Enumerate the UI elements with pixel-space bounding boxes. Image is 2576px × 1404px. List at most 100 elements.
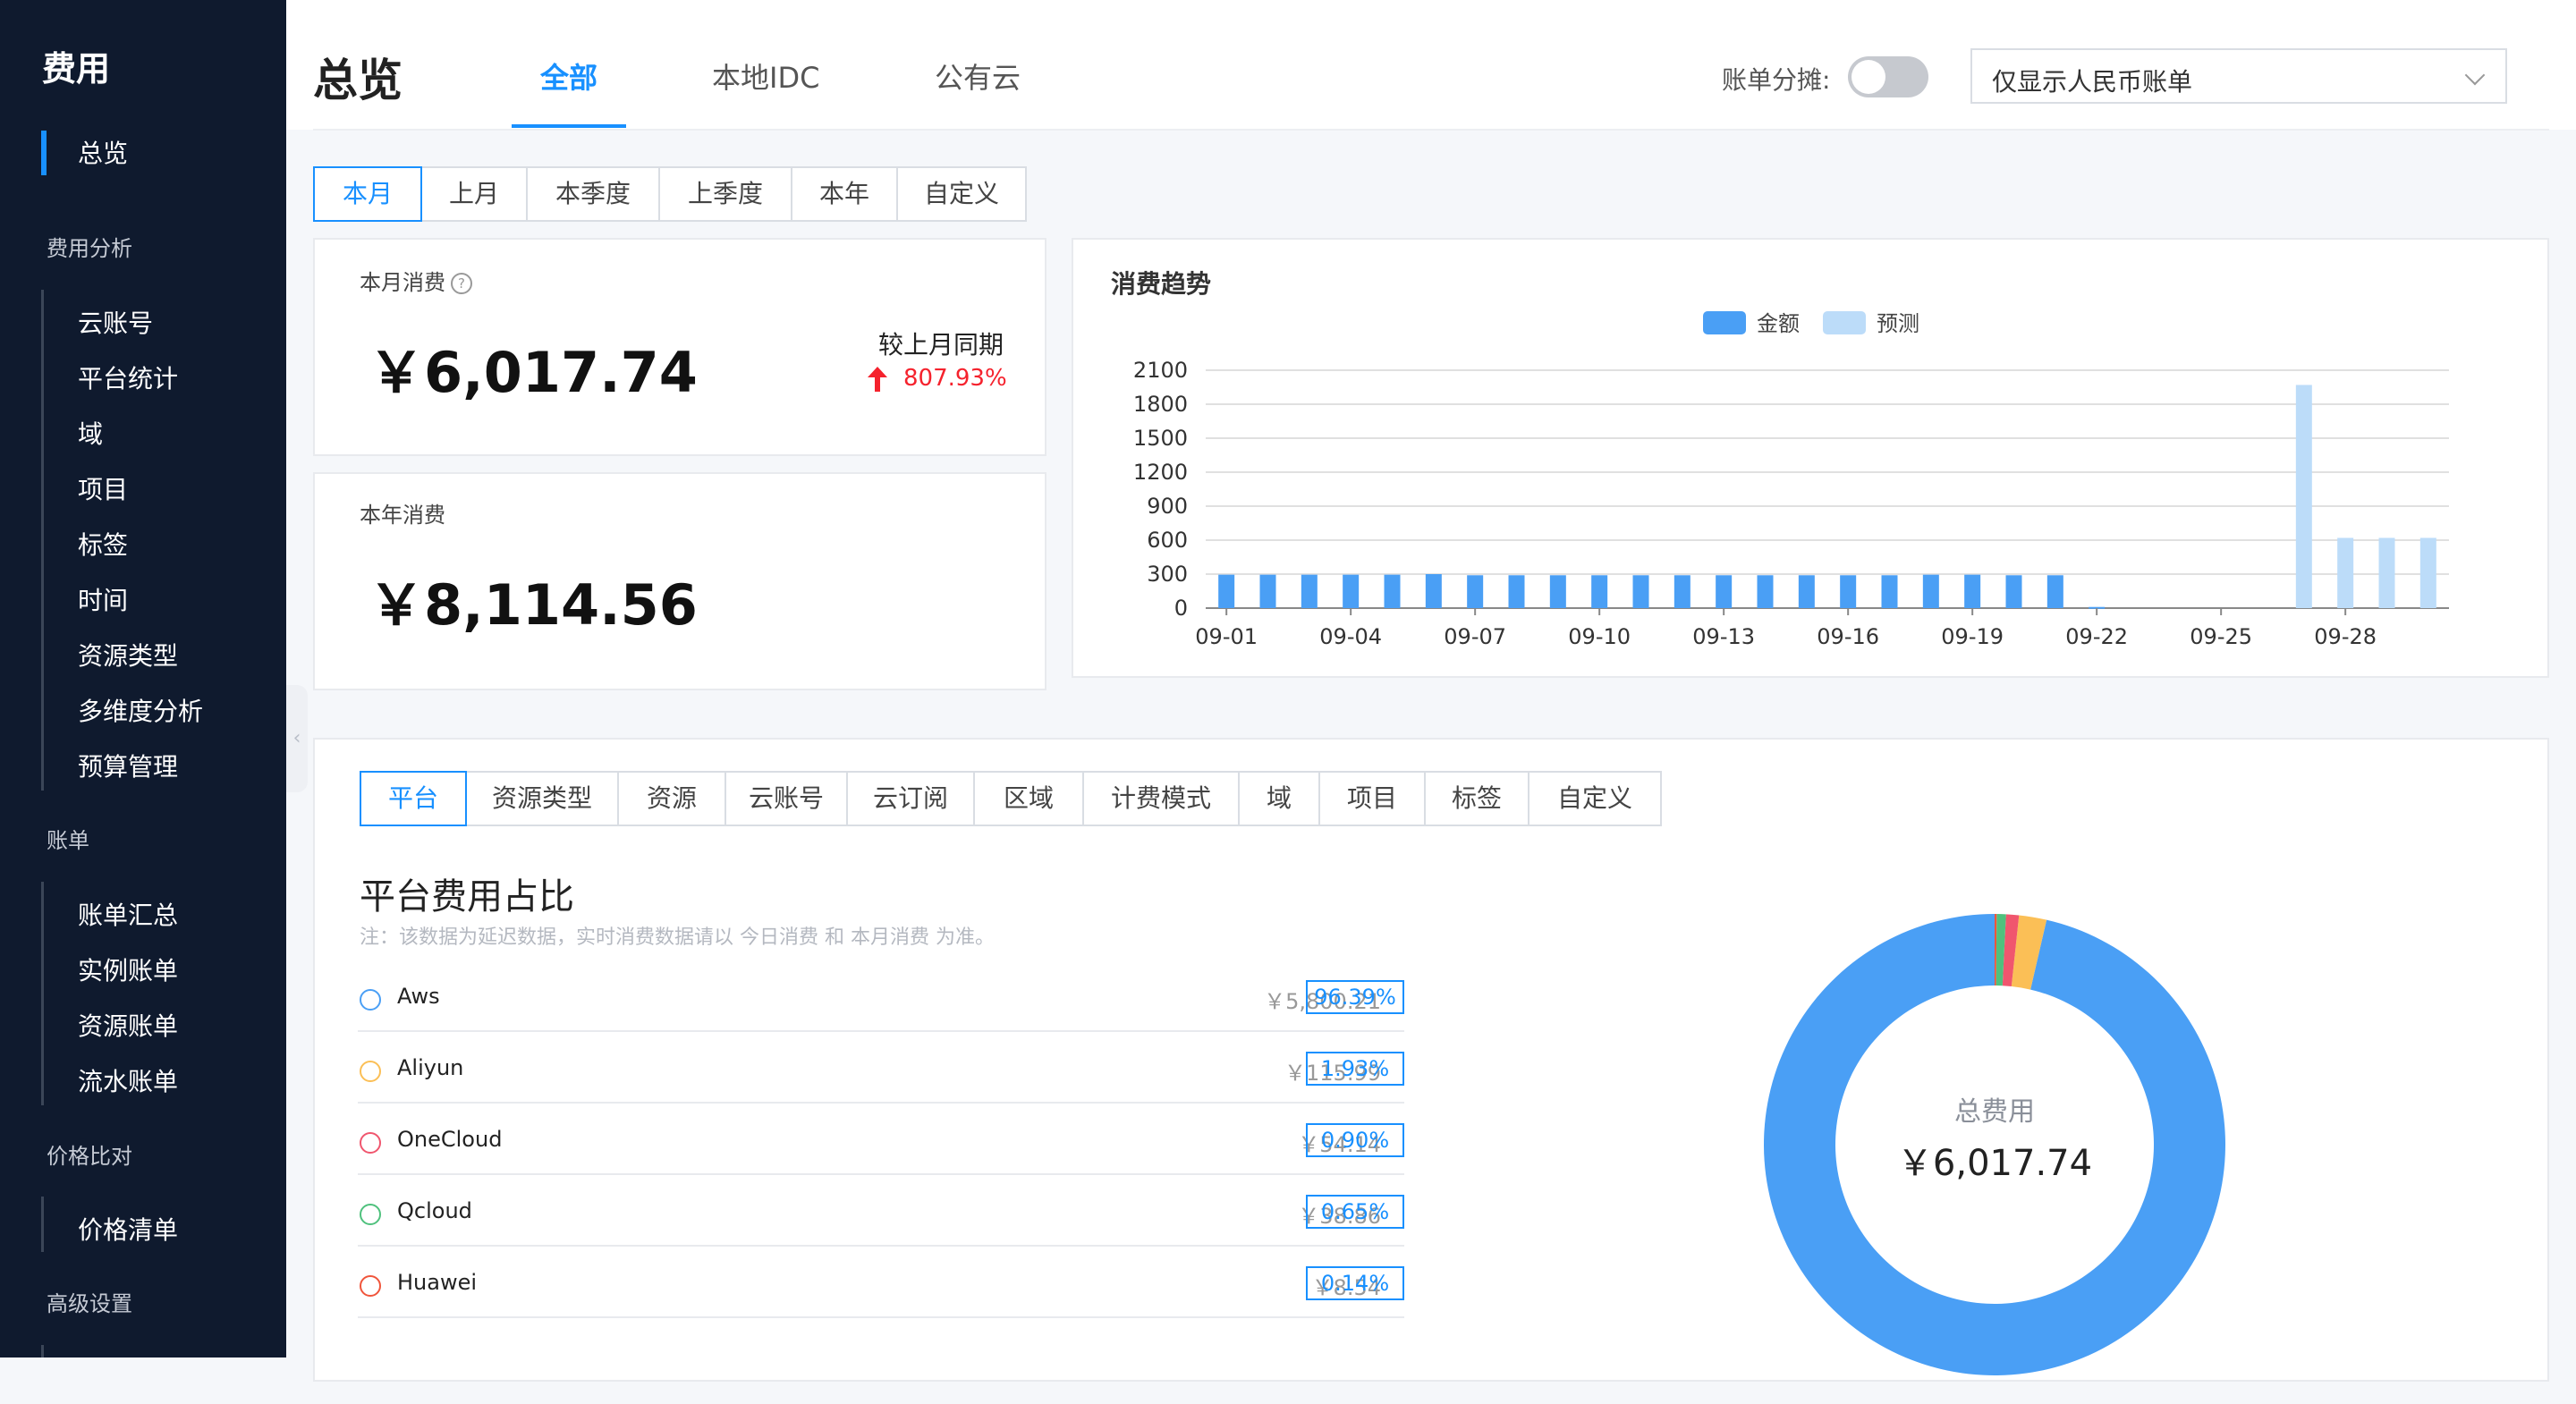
currency-select[interactable]: 仅显示人民币账单 (1970, 48, 2507, 104)
period-last-quarter[interactable]: 上季度 (658, 166, 792, 222)
dimension-tab[interactable]: 标签 (1424, 771, 1530, 826)
bill-split-toggle[interactable] (1848, 56, 1928, 97)
legend-circle-icon[interactable] (360, 1061, 381, 1082)
dimension-tab[interactable]: 云订阅 (846, 771, 975, 826)
year-spend-label: 本年消费 (360, 503, 445, 528)
dimension-tab[interactable]: 资源 (617, 771, 726, 826)
sidebar-item-multi-dim[interactable]: 多维度分析 (78, 692, 203, 728)
sidebar-group-line (41, 1197, 44, 1252)
bar[interactable] (1467, 575, 1484, 608)
period-custom[interactable]: 自定义 (896, 166, 1027, 222)
platform-name: OneCloud (397, 1127, 503, 1152)
sidebar-group-bills[interactable]: 账单 (47, 823, 89, 854)
legend-circle-icon[interactable] (360, 1204, 381, 1225)
x-tick-label: 09-04 (1319, 624, 1382, 649)
period-this-quarter[interactable]: 本季度 (526, 166, 660, 222)
platform-percent-badge: 0.14% (1306, 1266, 1404, 1300)
bar[interactable] (2046, 575, 2063, 608)
legend-label[interactable]: 金额 (1757, 311, 1800, 336)
legend-circle-icon[interactable] (360, 1132, 381, 1154)
bar[interactable] (1922, 574, 1939, 608)
dimension-tab[interactable]: 项目 (1318, 771, 1426, 826)
bar[interactable] (1881, 575, 1898, 608)
sidebar-item-tags[interactable]: 标签 (78, 526, 128, 562)
donut-total: ￥6,017.74 (1896, 1143, 2093, 1184)
bar[interactable] (2295, 385, 2312, 608)
bar[interactable] (1508, 575, 1525, 608)
platform-percent-badge: 0.65% (1306, 1195, 1404, 1229)
legend-label[interactable]: 预测 (1877, 311, 1919, 336)
sidebar-item-transaction-bill[interactable]: 流水账单 (78, 1062, 178, 1098)
bar[interactable] (1218, 574, 1235, 608)
sidebar-item-instance-bill[interactable]: 实例账单 (78, 952, 178, 987)
sidebar-item-time[interactable]: 时间 (78, 581, 128, 617)
dimension-tab[interactable]: 区域 (973, 771, 1084, 826)
bar[interactable] (1343, 574, 1360, 608)
dimension-tab[interactable]: 平台 (360, 771, 467, 826)
bar[interactable] (1716, 575, 1733, 608)
sidebar-group-line (41, 1345, 44, 1357)
x-tick-label: 09-13 (1692, 624, 1755, 649)
bar[interactable] (1259, 574, 1276, 608)
active-indicator (41, 131, 47, 175)
bar[interactable] (2005, 575, 2022, 608)
sidebar-item-resource-type[interactable]: 资源类型 (78, 637, 178, 672)
sidebar-item-bill-summary[interactable]: 账单汇总 (78, 896, 178, 932)
legend-swatch[interactable] (1703, 311, 1746, 334)
sidebar-item-domain[interactable]: 域 (78, 415, 103, 451)
bar[interactable] (1591, 575, 1608, 608)
sidebar-group-line (41, 290, 44, 791)
bar[interactable] (1674, 575, 1690, 608)
sidebar-group-price-compare[interactable]: 价格比对 (47, 1138, 132, 1170)
sidebar-item-price-list[interactable]: 价格清单 (78, 1211, 178, 1247)
tab-local-idc[interactable]: 本地IDC (712, 55, 819, 97)
row-divider (358, 1030, 1404, 1032)
bar[interactable] (1798, 575, 1815, 608)
dimension-tab[interactable]: 计费模式 (1082, 771, 1240, 826)
sidebar-group-line (41, 882, 44, 1105)
header-divider (313, 129, 2549, 131)
sidebar-item-overview[interactable]: 总览 (78, 134, 128, 170)
dimension-tab[interactable]: 域 (1238, 771, 1320, 826)
sidebar-item-budget[interactable]: 预算管理 (78, 748, 178, 783)
dimension-tab[interactable]: 自定义 (1528, 771, 1662, 826)
sidebar-group-advanced[interactable]: 高级设置 (47, 1286, 132, 1317)
bar[interactable] (2337, 537, 2354, 608)
sidebar-item-platform-stats[interactable]: 平台统计 (78, 359, 178, 395)
year-spend-amount: ￥8,114.56 (369, 572, 698, 638)
period-this-year[interactable]: 本年 (791, 166, 898, 222)
bar[interactable] (2378, 537, 2395, 608)
dimension-tab[interactable]: 资源类型 (465, 771, 619, 826)
toggle-knob (1852, 60, 1885, 94)
tab-all[interactable]: 全部 (540, 55, 597, 97)
chevron-left-icon[interactable]: ‹ (286, 685, 308, 792)
period-last-month[interactable]: 上月 (420, 166, 528, 222)
bar[interactable] (1384, 574, 1401, 608)
tab-public-cloud[interactable]: 公有云 (935, 55, 1021, 97)
bill-split-label: 账单分摊: (1722, 65, 1831, 95)
bar[interactable] (1757, 575, 1774, 608)
bar[interactable] (1632, 575, 1649, 608)
legend-circle-icon[interactable] (360, 1275, 381, 1297)
compare-value: 807.93% (903, 365, 1007, 392)
x-tick-label: 09-10 (1568, 624, 1631, 649)
bar[interactable] (1840, 575, 1857, 608)
sidebar-item-cloud-account[interactable]: 云账号 (78, 304, 153, 340)
period-this-month[interactable]: 本月 (313, 166, 422, 222)
sidebar: 费用 总览 费用分析 云账号 平台统计 域 项目 标签 时间 资源类型 多维度分… (0, 0, 286, 1357)
sidebar-item-project[interactable]: 项目 (78, 470, 128, 506)
bar[interactable] (1301, 574, 1318, 608)
platform-name: Aliyun (397, 1055, 464, 1080)
bar[interactable] (1964, 574, 1981, 608)
legend-swatch[interactable] (1823, 311, 1866, 334)
legend-circle-icon[interactable] (360, 989, 381, 1011)
dimension-tab[interactable]: 云账号 (724, 771, 848, 826)
row-divider (358, 1316, 1404, 1318)
x-tick-label: 09-28 (2314, 624, 2377, 649)
bar[interactable] (1549, 575, 1566, 608)
platform-name: Qcloud (397, 1198, 472, 1223)
bar[interactable] (2419, 537, 2436, 608)
sidebar-item-resource-bill[interactable]: 资源账单 (78, 1007, 178, 1043)
bar[interactable] (1425, 574, 1442, 608)
sidebar-group-cost-analysis[interactable]: 费用分析 (47, 231, 132, 262)
